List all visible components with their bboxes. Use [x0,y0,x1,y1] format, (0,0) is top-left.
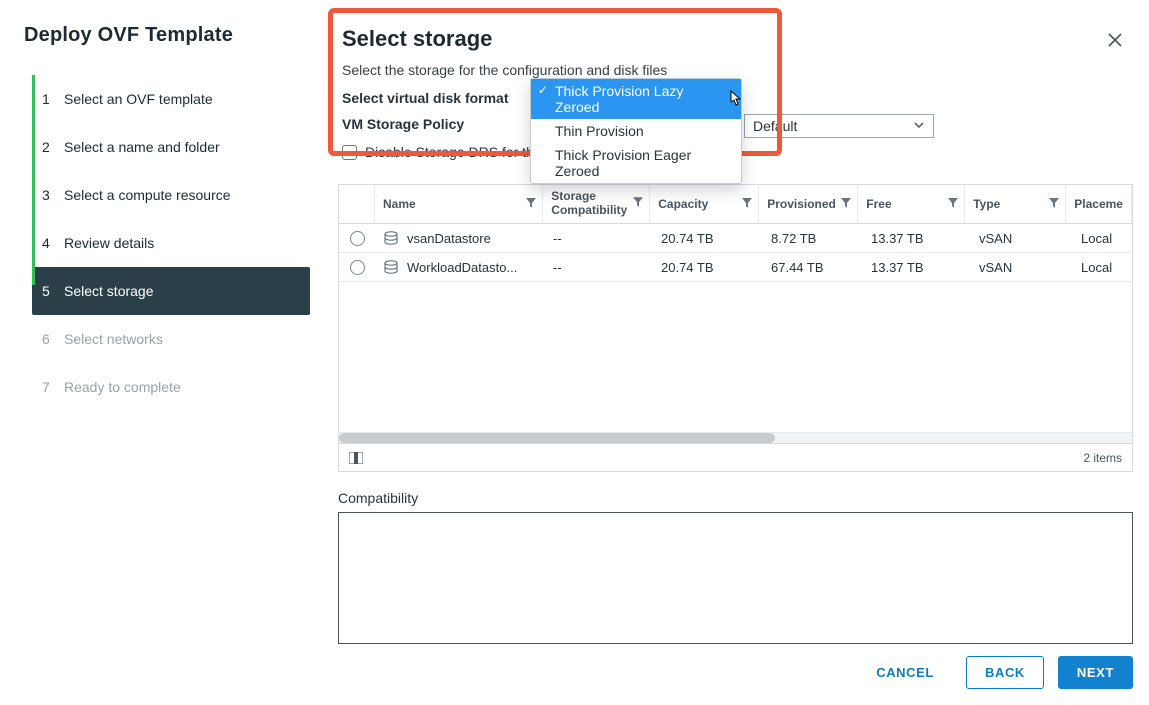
disk-format-option-thin[interactable]: Thin Provision [531,119,741,143]
filter-icon[interactable] [526,197,536,211]
filter-icon[interactable] [948,197,958,211]
storage-policy-value: Default [753,118,797,134]
row-capacity: 20.74 TB [661,231,714,246]
filter-icon[interactable] [841,197,851,211]
scrollbar-thumb[interactable] [339,433,775,443]
row-placement: Local [1081,260,1112,275]
step-number: 1 [42,91,64,107]
step-number: 4 [42,235,64,251]
col-sc-label: StorageCompatibility [551,190,627,218]
row-provisioned: 8.72 TB [771,231,816,246]
wizard-sidebar: Deploy OVF Template 1 Select an OVF temp… [0,0,310,411]
table-header: Name StorageCompatibility Capacity Provi… [339,185,1132,224]
filter-icon[interactable] [742,197,752,211]
wizard-step-review-details[interactable]: 4 Review details [32,219,310,267]
back-button[interactable]: BACK [966,656,1044,689]
compatibility-box [338,512,1133,644]
filter-icon[interactable] [633,197,643,211]
close-icon [1107,32,1123,48]
wizard-footer: CANCEL BACK NEXT [858,656,1133,689]
step-label: Select networks [64,331,310,347]
col-placement[interactable]: Placeme [1066,185,1132,223]
table-fill [339,282,1132,432]
columns-icon [349,452,363,464]
step-label: Review details [64,235,310,251]
col-free-label: Free [866,197,891,211]
col-select [339,185,375,223]
wizard-step-compute-resource[interactable]: 3 Select a compute resource [32,171,310,219]
col-prov-label: Provisioned [767,197,836,211]
wizard-step-name-folder[interactable]: 2 Select a name and folder [32,123,310,171]
datastore-icon [383,260,399,274]
page-title: Select storage [342,26,492,52]
table-row[interactable]: WorkloadDatasto... -- 20.74 TB 67.44 TB … [339,253,1132,282]
row-type: vSAN [979,260,1012,275]
col-free[interactable]: Free [858,185,965,223]
cursor-icon [726,90,742,113]
datastore-icon [383,231,399,245]
col-provisioned[interactable]: Provisioned [759,185,858,223]
step-label: Select a name and folder [64,139,310,155]
table-footer: 2 items [339,443,1132,471]
row-radio[interactable] [350,260,365,275]
row-sc: -- [553,260,562,275]
storage-policy-label: VM Storage Policy [342,116,538,132]
col-place-label: Placeme [1074,197,1123,211]
next-button[interactable]: NEXT [1058,656,1133,689]
row-provisioned: 67.44 TB [771,260,824,275]
close-button[interactable] [1105,30,1125,50]
step-number: 5 [42,283,64,299]
row-type: vSAN [979,231,1012,246]
table-body: vsanDatastore -- 20.74 TB 8.72 TB 13.37 … [339,224,1132,432]
step-label: Select storage [64,283,310,299]
step-label: Ready to complete [64,379,310,395]
step-label: Select an OVF template [64,91,310,107]
step-number: 6 [42,331,64,347]
disk-format-label: Select virtual disk format [342,90,538,106]
step-number: 3 [42,187,64,203]
col-name-label: Name [383,197,416,211]
col-capacity-label: Capacity [658,197,708,211]
wizard-content: Select storage Select the storage for th… [338,0,1149,705]
filter-icon[interactable] [1049,197,1059,211]
wizard-step-select-networks: 6 Select networks [32,315,310,363]
wizard-title: Deploy OVF Template [24,24,310,47]
cancel-button[interactable]: CANCEL [858,657,952,688]
col-capacity[interactable]: Capacity [650,185,759,223]
compatibility-label: Compatibility [338,490,1133,506]
row-free: 13.37 TB [871,260,924,275]
row-count: 2 items [1083,451,1122,465]
page-subtitle: Select the storage for the configuration… [342,62,1133,78]
step-number: 2 [42,139,64,155]
row-name: WorkloadDatasto... [407,260,517,275]
wizard-step-ready-complete: 7 Ready to complete [32,363,310,411]
col-storage-compat[interactable]: StorageCompatibility [543,185,650,223]
disk-format-option-thick-lazy[interactable]: Thick Provision Lazy Zeroed [531,79,741,119]
deploy-ovf-wizard: Deploy OVF Template 1 Select an OVF temp… [0,0,1149,705]
wizard-steps: 1 Select an OVF template 2 Select a name… [22,75,310,411]
step-number: 7 [42,379,64,395]
row-sc: -- [553,231,562,246]
disk-format-dropdown[interactable]: Thick Provision Lazy Zeroed Thin Provisi… [530,78,742,184]
col-name[interactable]: Name [375,185,543,223]
col-type-label: Type [973,197,1000,211]
row-placement: Local [1081,231,1112,246]
disk-format-option-thick-eager[interactable]: Thick Provision Eager Zeroed [531,143,741,183]
storage-policy-select[interactable]: Default [744,114,934,138]
disable-storage-drs-checkbox[interactable] [342,145,357,160]
row-name: vsanDatastore [407,231,491,246]
row-radio[interactable] [350,231,365,246]
datastore-table: Name StorageCompatibility Capacity Provi… [338,184,1133,472]
row-free: 13.37 TB [871,231,924,246]
chevron-down-icon [913,118,925,134]
wizard-step-ovf-template[interactable]: 1 Select an OVF template [32,75,310,123]
column-settings-button[interactable] [349,452,363,464]
horizontal-scrollbar[interactable] [339,432,1132,443]
disable-storage-drs-label: Disable Storage DRS for thi [365,144,537,160]
step-label: Select a compute resource [64,187,310,203]
row-capacity: 20.74 TB [661,260,714,275]
table-row[interactable]: vsanDatastore -- 20.74 TB 8.72 TB 13.37 … [339,224,1132,253]
wizard-step-select-storage[interactable]: 5 Select storage [32,267,310,315]
col-type[interactable]: Type [965,185,1066,223]
